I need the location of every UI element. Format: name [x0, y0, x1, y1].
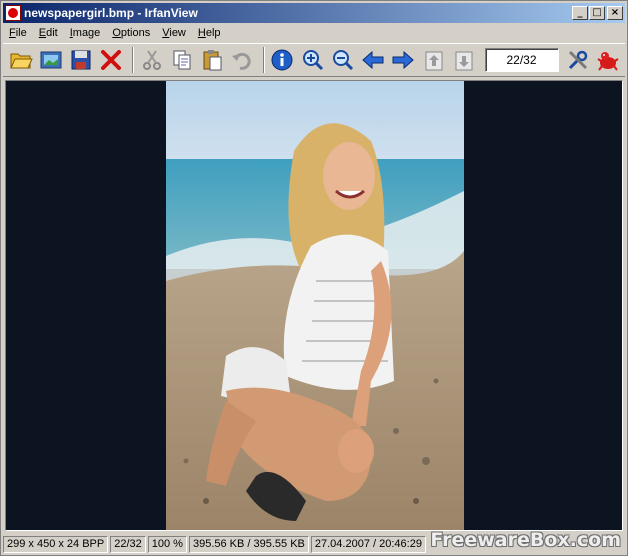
paste-icon[interactable] — [198, 46, 225, 74]
menu-view[interactable]: View — [156, 24, 192, 42]
menu-bar: File Edit Image Options View Help — [3, 24, 227, 42]
save-icon[interactable] — [67, 46, 94, 74]
app-icon — [5, 5, 21, 21]
title-bar[interactable]: newspapergirl.bmp - IrfanView _ □ × — [3, 3, 625, 23]
status-page: 22/32 — [110, 535, 146, 553]
irfanview-logo-icon[interactable] — [595, 46, 622, 74]
menu-image[interactable]: Image — [64, 24, 107, 42]
image-viewer[interactable] — [5, 80, 623, 531]
minimize-button[interactable]: _ — [572, 6, 588, 20]
undo-icon[interactable] — [229, 46, 256, 74]
watermark: FreewareBox.com — [430, 529, 621, 551]
status-dimensions: 299 x 450 x 24 BPP — [3, 535, 109, 553]
info-icon[interactable] — [269, 46, 296, 74]
window-title: newspapergirl.bmp - IrfanView — [24, 6, 198, 20]
cut-icon[interactable] — [138, 46, 165, 74]
status-zoom: 100 % — [147, 535, 187, 553]
zoom-out-icon[interactable] — [329, 46, 356, 74]
irfanview-window: newspapergirl.bmp - IrfanView _ □ × File… — [0, 0, 628, 556]
maximize-button[interactable]: □ — [589, 6, 605, 20]
previous-icon[interactable] — [360, 46, 387, 74]
toolbar-separator — [262, 47, 265, 73]
window-controls: _ □ × — [571, 6, 623, 20]
first-page-icon[interactable] — [420, 46, 447, 74]
slideshow-icon[interactable] — [37, 46, 64, 74]
delete-icon[interactable] — [98, 46, 125, 74]
settings-icon[interactable] — [565, 46, 592, 74]
zoom-in-icon[interactable] — [299, 46, 326, 74]
status-filesize: 395.56 KB / 395.55 KB — [188, 535, 309, 553]
next-icon[interactable] — [390, 46, 417, 74]
menu-file[interactable]: File — [3, 24, 33, 42]
menu-edit[interactable]: Edit — [33, 24, 64, 42]
toolbar-separator — [131, 47, 134, 73]
copy-icon[interactable] — [168, 46, 195, 74]
page-indicator-field[interactable]: 22/32 — [484, 48, 559, 72]
toolbar: 22/32 — [3, 43, 625, 77]
last-page-icon[interactable] — [450, 46, 477, 74]
menu-help[interactable]: Help — [192, 24, 227, 42]
open-folder-icon[interactable] — [7, 46, 34, 74]
displayed-image — [166, 81, 464, 530]
status-datetime: 27.04.2007 / 20:46:29 — [310, 535, 426, 553]
close-button[interactable]: × — [607, 6, 623, 20]
menu-options[interactable]: Options — [106, 24, 156, 42]
